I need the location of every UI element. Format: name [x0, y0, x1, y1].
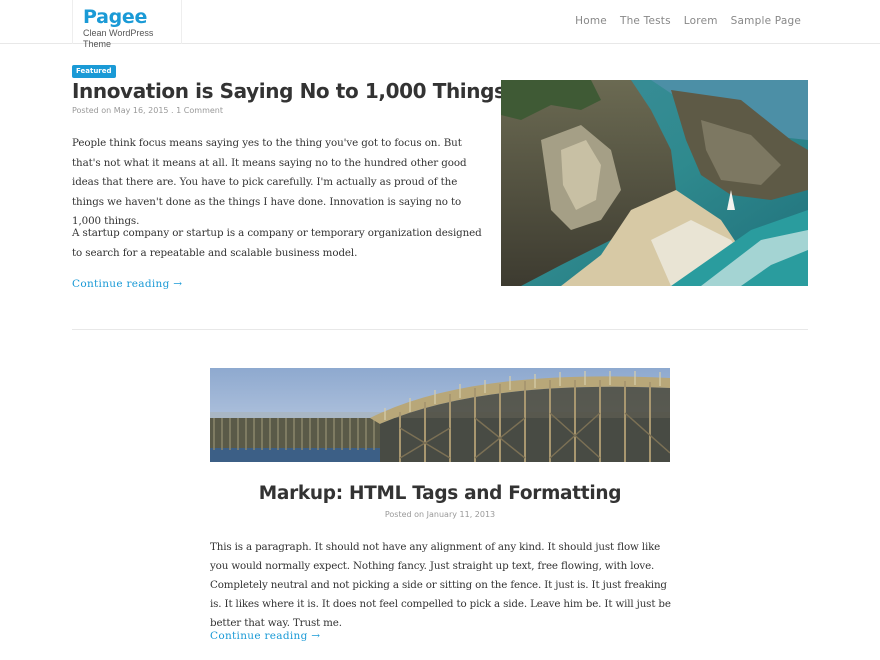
site-title[interactable]: Pagee: [83, 7, 181, 27]
meta-prefix: Posted on: [72, 106, 114, 115]
post-meta: Posted on January 11, 2013: [210, 510, 670, 519]
post-paragraph: People think focus means saying yes to t…: [72, 137, 467, 227]
comments-link[interactable]: 1 Comment: [176, 106, 223, 115]
post-paragraph: This is a paragraph. It should not have …: [210, 541, 671, 629]
post-title[interactable]: Innovation is Saying No to 1,000 Things: [72, 79, 506, 103]
nav-item-lorem[interactable]: Lorem: [684, 15, 718, 27]
nav-item-home[interactable]: Home: [575, 15, 607, 27]
featured-image-pier[interactable]: [210, 368, 670, 462]
post-date[interactable]: January 11, 2013: [427, 510, 496, 519]
featured-image-coast[interactable]: [501, 80, 808, 286]
meta-separator: .: [168, 106, 177, 115]
post-date[interactable]: May 16, 2015: [114, 106, 169, 115]
site-tagline: Clean WordPress Theme: [83, 28, 154, 49]
post-paragraph: A startup company or startup is a compan…: [72, 227, 482, 259]
site-header: Pagee Clean WordPress Theme Home The Tes…: [0, 0, 880, 49]
nav-item-sample-page[interactable]: Sample Page: [731, 15, 801, 27]
continue-reading-link[interactable]: Continue reading →: [72, 278, 182, 290]
continue-reading-link[interactable]: Continue reading →: [210, 630, 320, 642]
site-branding[interactable]: Pagee Clean WordPress Theme: [72, 0, 182, 49]
featured-badge[interactable]: Featured: [72, 65, 116, 78]
post-meta: Posted on May 16, 2015 . 1 Comment: [72, 106, 223, 115]
meta-prefix: Posted on: [384, 510, 427, 519]
post-title[interactable]: Markup: HTML Tags and Formatting: [210, 483, 670, 504]
post-divider: [72, 329, 808, 330]
main-navigation: Home The Tests Lorem Sample Page: [575, 15, 801, 27]
nav-item-the-tests[interactable]: The Tests: [620, 15, 671, 27]
